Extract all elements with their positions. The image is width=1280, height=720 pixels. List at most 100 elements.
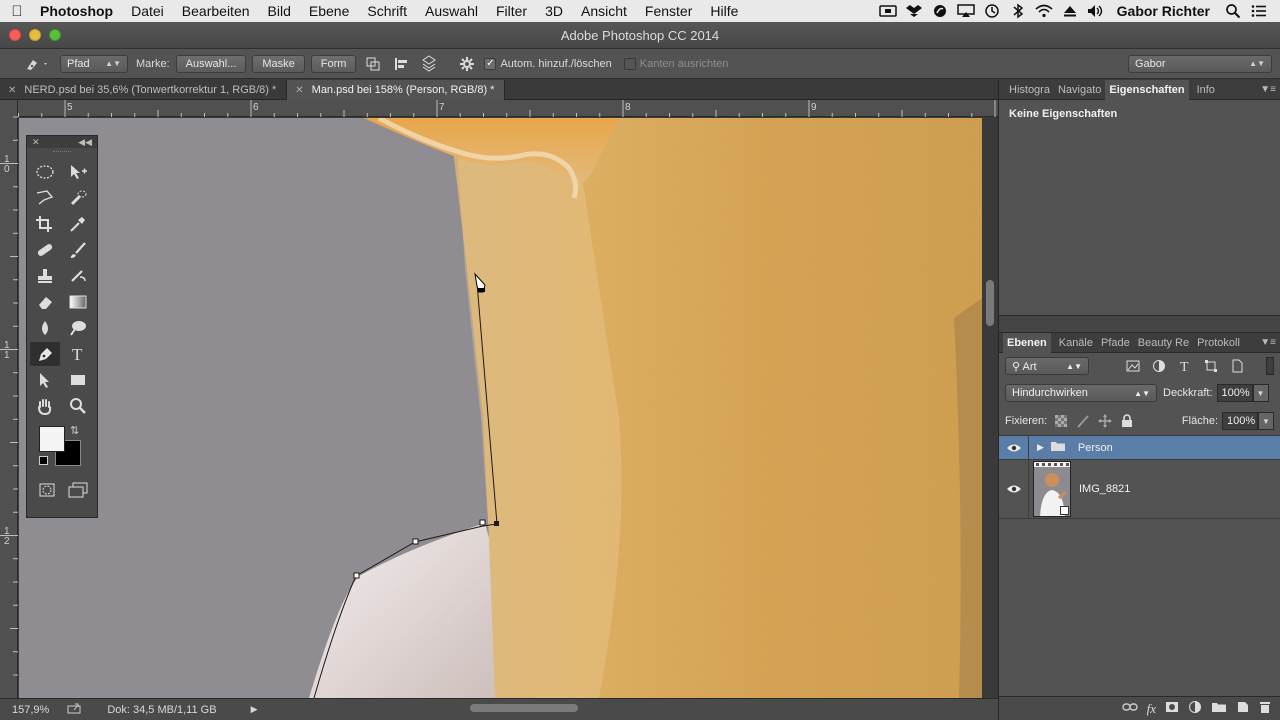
status-menu-arrow-icon[interactable]: ▶ [251, 704, 258, 715]
share-icon[interactable] [67, 702, 81, 717]
gradient-tool-icon[interactable] [63, 290, 93, 314]
panel-grip[interactable] [27, 148, 97, 156]
clone-stamp-tool-icon[interactable] [30, 264, 60, 288]
horizontal-scroll-thumb[interactable] [470, 704, 578, 712]
menu-bearbeiten[interactable]: Bearbeiten [173, 3, 259, 19]
blend-mode-select[interactable]: Hindurchwirken ▲▼ [1005, 384, 1157, 402]
zoom-window-button[interactable] [49, 29, 61, 41]
anchor-point[interactable] [412, 538, 419, 545]
tab-histogram[interactable]: Histogra [1005, 80, 1054, 100]
menu-filter[interactable]: Filter [487, 3, 536, 19]
tool-mode-select[interactable]: Pfad ▲▼ [60, 54, 128, 73]
panel-menu-icon[interactable]: ▼≡ [1260, 84, 1276, 95]
dropbox-icon[interactable] [903, 3, 925, 19]
ruler-horizontal[interactable]: 5 6 7 8 9 [18, 100, 998, 117]
fill-slider-arrow-icon[interactable]: ▼ [1258, 412, 1274, 430]
make-mask-button[interactable]: Maske [252, 54, 305, 73]
auto-add-delete-checkbox[interactable]: ✓ [484, 57, 497, 70]
visibility-eye-icon[interactable] [999, 460, 1029, 518]
rectangle-tool-icon[interactable] [63, 368, 93, 392]
workspace-select[interactable]: Gabor ▲▼ [1128, 54, 1272, 73]
ruler-vertical[interactable]: 101112 [0, 100, 18, 698]
layer-filter-kind-select[interactable]: ⚲ Art ▲▼ [1005, 357, 1089, 375]
volume-icon[interactable] [1085, 3, 1107, 19]
delete-layer-icon[interactable] [1259, 700, 1271, 717]
filter-smart-object-icon[interactable] [1227, 357, 1247, 375]
quick-selection-tool-icon[interactable] [63, 186, 93, 210]
move-tool-icon[interactable] [63, 160, 93, 184]
menu-bild[interactable]: Bild [259, 3, 300, 19]
layer-row-img-8821[interactable]: IMG_8821 [999, 459, 1280, 519]
path-arrangement-icon[interactable] [418, 54, 440, 74]
visibility-eye-icon[interactable] [999, 436, 1029, 459]
blur-tool-icon[interactable] [30, 316, 60, 340]
default-colors-icon[interactable] [39, 456, 48, 465]
layer-name[interactable]: IMG_8821 [1079, 483, 1130, 495]
tab-history[interactable]: Protokoll [1193, 333, 1244, 353]
expand-group-icon[interactable]: ▶ [1037, 442, 1044, 453]
healing-brush-tool-icon[interactable] [30, 238, 60, 262]
screen-icon[interactable] [877, 3, 899, 19]
user-name[interactable]: Gabor Richter [1109, 3, 1220, 19]
opacity-slider-arrow-icon[interactable]: ▼ [1252, 384, 1269, 402]
swap-colors-icon[interactable]: ⇅ [70, 424, 79, 437]
hand-tool-icon[interactable] [30, 394, 60, 418]
tab-info[interactable]: Info [1193, 80, 1219, 100]
document-canvas[interactable] [19, 118, 982, 698]
notification-center-icon[interactable] [1248, 3, 1270, 19]
path-selection-tool-icon[interactable] [30, 368, 60, 392]
eyedropper-tool-icon[interactable] [63, 212, 93, 236]
doc-tab-man[interactable]: ✕ Man.psd bei 158% (Person, RGB/8) * [287, 80, 506, 100]
anchor-point-selected[interactable] [494, 521, 499, 526]
lock-all-icon[interactable] [1117, 412, 1137, 430]
menu-fenster[interactable]: Fenster [636, 3, 701, 19]
gear-icon[interactable] [456, 54, 478, 74]
lock-transparency-icon[interactable] [1051, 412, 1071, 430]
tab-navigator[interactable]: Navigato [1054, 80, 1105, 100]
tab-paths[interactable]: Pfade [1097, 333, 1134, 353]
new-adjustment-layer-icon[interactable] [1188, 700, 1202, 717]
menu-hilfe[interactable]: Hilfe [701, 3, 747, 19]
opacity-input[interactable]: 100% [1216, 384, 1253, 402]
bluetooth-icon[interactable] [1007, 3, 1029, 19]
elliptical-marquee-tool-icon[interactable] [30, 160, 60, 184]
screen-mode-icon[interactable] [63, 478, 93, 502]
new-group-icon[interactable] [1211, 701, 1227, 716]
layer-row-person[interactable]: ▶ Person [999, 435, 1280, 459]
polygonal-lasso-tool-icon[interactable] [30, 186, 60, 210]
tab-layers[interactable]: Ebenen [1003, 332, 1051, 353]
filter-type-layer-icon[interactable]: T [1175, 357, 1195, 375]
menu-ansicht[interactable]: Ansicht [572, 3, 636, 19]
doc-tab-nerd[interactable]: ✕ NERD.psd bei 35,6% (Tonwertkorrektur 1… [0, 80, 288, 100]
close-panel-icon[interactable]: ✕ [32, 137, 40, 148]
align-edges-checkbox[interactable] [623, 57, 636, 70]
link-layers-icon[interactable] [1121, 702, 1138, 715]
apple-menu-icon[interactable]:  [0, 3, 34, 20]
tab-beauty-retouch[interactable]: Beauty Re [1134, 333, 1193, 353]
zoom-level[interactable]: 157,9% [12, 704, 49, 716]
menu-app[interactable]: Photoshop [34, 3, 122, 19]
make-shape-button[interactable]: Form [310, 54, 357, 73]
menu-3d[interactable]: 3D [536, 3, 572, 19]
path-alignment-icon[interactable] [390, 54, 412, 74]
eraser-tool-icon[interactable] [30, 290, 60, 314]
anchor-point[interactable] [479, 519, 486, 526]
new-layer-icon[interactable] [1236, 700, 1250, 717]
make-selection-button[interactable]: Auswahl... [175, 54, 247, 73]
layer-name[interactable]: Person [1078, 442, 1113, 454]
eject-icon[interactable] [1059, 3, 1081, 19]
tab-properties[interactable]: Eigenschaften [1105, 79, 1189, 100]
add-layer-mask-icon[interactable] [1165, 701, 1179, 716]
menu-datei[interactable]: Datei [122, 3, 173, 19]
menu-ebene[interactable]: Ebene [300, 3, 358, 19]
history-brush-tool-icon[interactable] [63, 264, 93, 288]
zoom-tool-icon[interactable] [63, 394, 93, 418]
quick-mask-mode-icon[interactable] [32, 478, 62, 502]
path-operations-icon[interactable] [362, 54, 384, 74]
spotlight-search-icon[interactable] [1222, 3, 1244, 19]
close-tab-icon[interactable]: ✕ [295, 85, 303, 96]
filter-adjustment-layer-icon[interactable] [1149, 357, 1169, 375]
pen-tool-icon[interactable] [30, 342, 60, 366]
fill-input[interactable]: 100% [1222, 412, 1258, 430]
minimize-window-button[interactable] [29, 29, 41, 41]
